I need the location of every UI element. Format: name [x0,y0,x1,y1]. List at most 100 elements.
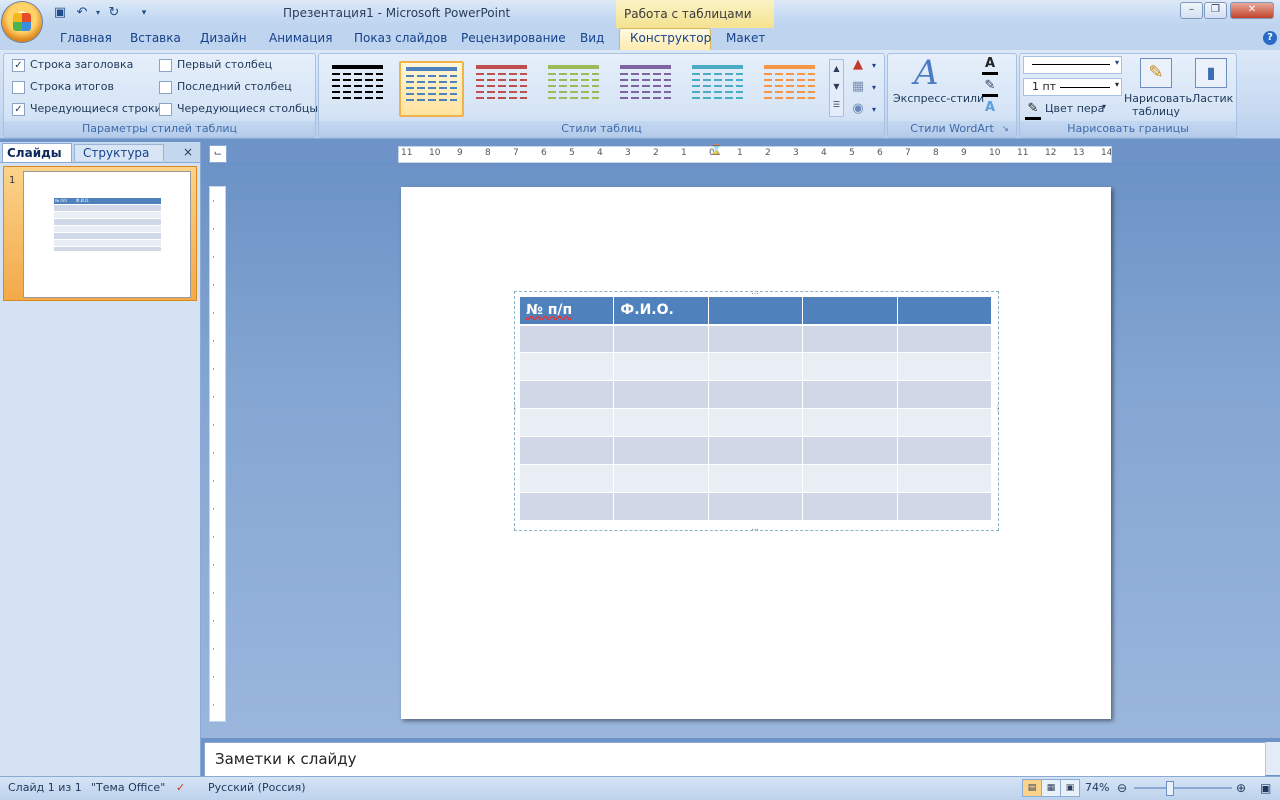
table-cell[interactable] [613,436,709,465]
resize-handle-top[interactable]: ⋯ [751,289,759,298]
banded-rows-checkbox[interactable]: ✓ [12,103,25,116]
table-cell[interactable] [518,324,615,353]
table-style-thumbnail[interactable] [471,61,532,113]
table-cell[interactable] [518,436,615,465]
theme-name[interactable]: "Тема Office" [91,781,165,794]
tab-home[interactable]: Главная [60,31,112,45]
tab-insert[interactable]: Вставка [130,31,181,45]
slide-sorter-button[interactable]: ▦ [1041,779,1061,797]
fit-to-window-icon[interactable]: ▣ [1260,781,1271,795]
restore-button[interactable]: ❐ [1204,2,1227,19]
table-cell[interactable] [518,380,615,409]
table-style-thumbnail[interactable] [327,61,388,113]
tab-review[interactable]: Рецензирование [461,31,566,45]
resize-handle-right[interactable]: ⋮ [994,404,1002,414]
tab-animation[interactable]: Анимация [269,31,332,45]
resize-handle-bottom[interactable]: ⋯ [751,525,759,534]
help-icon[interactable]: ? [1263,31,1277,45]
table-cell[interactable] [613,380,709,409]
table-style-thumbnail[interactable] [543,61,604,113]
close-button[interactable]: ✕ [1230,2,1274,19]
table-cell[interactable] [707,352,804,381]
table-cell[interactable] [802,436,898,465]
pen-style-dropdown[interactable]: ▾ [1023,56,1122,74]
tab-stop-selector[interactable]: ⌙ [209,145,227,163]
table-cell[interactable] [802,492,898,521]
undo-icon[interactable]: ↶ [74,5,90,21]
close-icon[interactable]: × [183,145,193,159]
table-cell[interactable] [896,380,993,409]
notes-pane[interactable] [204,742,1266,777]
vertical-ruler[interactable]: · · · · · · · · · · · · · · · · · · · [209,186,226,722]
tab-design[interactable]: Дизайн [200,31,247,45]
tab-view[interactable]: Вид [580,31,604,45]
borders-dropdown-icon[interactable]: ▾ [866,80,882,96]
save-icon[interactable]: ▣ [52,5,68,21]
table-cell[interactable] [707,464,804,493]
table-cell[interactable] [613,324,709,353]
pen-weight-dropdown[interactable]: 1 пт ▾ [1023,78,1122,96]
table-cell[interactable] [707,324,804,353]
last-column-checkbox[interactable] [159,81,172,94]
table-cell[interactable] [802,408,898,437]
slideshow-button[interactable]: ▣ [1060,779,1080,797]
gallery-scroll[interactable]: ▲ ▼ ☰ [829,59,844,117]
wordart-a-icon[interactable]: A [914,53,939,93]
table-cell[interactable] [613,352,709,381]
table-cell[interactable] [896,408,993,437]
tab-slideshow[interactable]: Показ слайдов [354,31,447,45]
table-cell[interactable] [707,492,804,521]
zoom-slider[interactable] [1134,787,1232,789]
table-cell[interactable] [802,352,898,381]
table-cell[interactable] [707,436,804,465]
table-cell[interactable] [802,464,898,493]
table-cell[interactable] [518,464,615,493]
customize-qat-icon[interactable]: ▾ [136,5,152,21]
draw-table-icon[interactable]: ✎ [1140,58,1172,88]
pen-color-dropdown-icon[interactable]: ▾ [1102,102,1106,111]
table-cell[interactable] [613,464,709,493]
zoom-level[interactable]: 74% [1085,781,1109,794]
table-cell[interactable] [613,408,709,437]
redo-icon[interactable]: ↻ [106,5,122,21]
tab-layout[interactable]: Макет [726,31,765,45]
undo-dropdown-icon[interactable]: ▾ [90,5,106,21]
table-cell[interactable] [896,464,993,493]
table-cell[interactable] [896,436,993,465]
table-style-thumbnail[interactable] [759,61,820,113]
slide-table[interactable]: № п/п Ф.И.О. [518,296,993,521]
borders-icon[interactable]: ▦ [850,79,866,95]
dialog-launcher-icon[interactable]: ↘ [1002,124,1009,133]
table-cell[interactable] [707,408,804,437]
office-button[interactable] [2,2,42,42]
zoom-out-icon[interactable]: ⊖ [1117,781,1127,795]
text-fill-icon[interactable]: A [982,56,998,75]
table-cell[interactable] [896,352,993,381]
slide-thumbnail[interactable]: № п/п Ф.И.О. [23,171,191,298]
table-cell[interactable] [707,380,804,409]
header-row-checkbox[interactable]: ✓ [12,59,25,72]
shading-dropdown-icon[interactable]: ▾ [866,58,882,74]
table-cell[interactable] [896,492,993,521]
normal-view-button[interactable]: ▤ [1022,779,1042,797]
effects-dropdown-icon[interactable]: ▾ [866,102,882,118]
table-style-thumbnail[interactable] [399,61,464,117]
table-cell[interactable] [802,324,898,353]
tab-slides[interactable]: Слайды [2,143,72,162]
table-cell[interactable] [518,408,615,437]
eraser-icon[interactable]: ▮ [1195,58,1227,88]
table-header-cell[interactable]: Ф.И.О. [613,296,709,326]
tab-outline[interactable]: Структура [74,144,164,161]
table-header-cell[interactable] [896,296,993,326]
table-cell[interactable] [802,380,898,409]
total-row-checkbox[interactable] [12,81,25,94]
table-header-cell[interactable] [707,296,804,326]
text-effects-icon[interactable]: A [982,100,998,116]
banded-columns-checkbox[interactable] [159,103,172,116]
table-cell[interactable] [896,324,993,353]
language[interactable]: Русский (Россия) [208,781,306,794]
pen-color-label[interactable]: Цвет пера [1045,102,1104,115]
text-outline-icon[interactable]: ✎ [982,78,998,97]
eraser-label[interactable]: Ластик [1192,92,1233,105]
zoom-slider-thumb[interactable] [1166,781,1174,796]
